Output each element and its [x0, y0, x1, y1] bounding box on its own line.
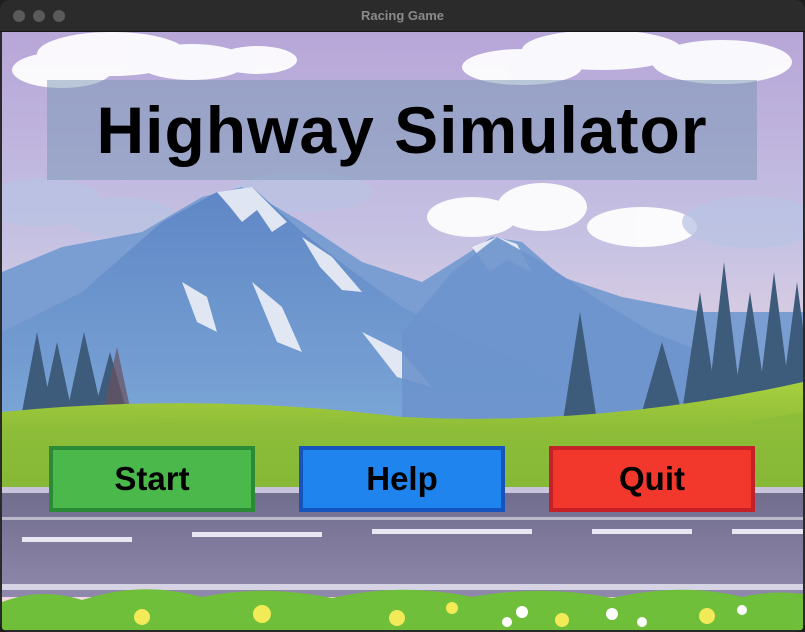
window-title: Racing Game — [360, 8, 445, 23]
start-button[interactable]: Start — [49, 446, 255, 512]
quit-button[interactable]: Quit — [549, 446, 755, 512]
game-title: Highway Simulator — [96, 93, 708, 167]
help-button[interactable]: Help — [299, 446, 505, 512]
game-window: Racing Game Highway Simulator Start Help… — [0, 0, 805, 632]
title-banner: Highway Simulator — [47, 80, 757, 180]
game-scene: Highway Simulator Start Help Quit — [2, 32, 803, 630]
title-bar: Racing Game — [0, 0, 805, 32]
